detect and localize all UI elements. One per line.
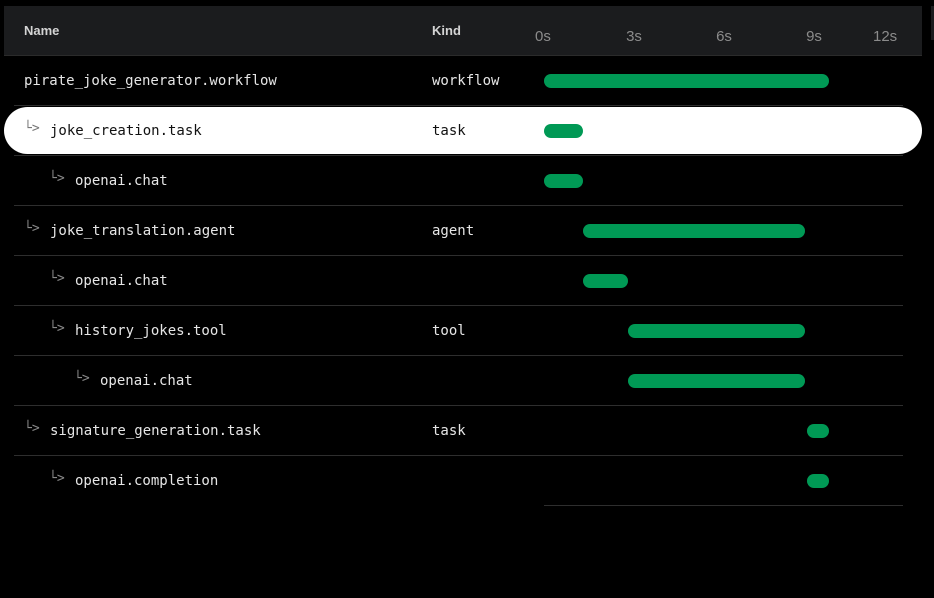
span-name: openai.chat	[75, 273, 168, 289]
span-kind: task	[432, 423, 466, 439]
span-name: pirate_joke_generator.workflow	[24, 73, 277, 89]
duration-bar[interactable]	[806, 424, 829, 438]
span-kind: workflow	[432, 73, 500, 89]
trace-row[interactable]: └> openai.chat	[0, 256, 934, 306]
span-kind: tool	[432, 323, 466, 339]
duration-bar[interactable]	[583, 224, 805, 238]
span-name: joke_creation.task	[50, 123, 202, 139]
span-name: openai.chat	[100, 373, 193, 389]
column-header-name[interactable]: Name	[24, 23, 59, 38]
trace-row[interactable]: └> openai.chat	[0, 356, 934, 406]
timeline-tick: 3s	[626, 28, 642, 45]
trace-row[interactable]: └> joke_translation.agent agent	[0, 206, 934, 256]
child-arrow-icon: └>	[49, 271, 65, 286]
child-arrow-icon: └>	[49, 471, 65, 486]
timeline-tick: 0s	[535, 28, 551, 45]
duration-bar[interactable]	[544, 124, 583, 138]
duration-bar[interactable]	[628, 324, 805, 338]
trace-row[interactable]: └> joke_creation.task task	[0, 106, 934, 156]
span-kind: task	[432, 123, 466, 139]
span-name: openai.completion	[75, 473, 219, 489]
trace-row[interactable]: └> openai.chat	[0, 156, 934, 206]
span-name: openai.chat	[75, 173, 168, 189]
child-arrow-icon: └>	[24, 121, 40, 136]
duration-bar[interactable]	[806, 474, 829, 488]
row-divider	[544, 505, 903, 506]
span-kind: agent	[432, 223, 475, 239]
trace-row[interactable]: └> history_jokes.tool tool	[0, 306, 934, 356]
child-arrow-icon: └>	[74, 371, 90, 386]
span-name: history_jokes.tool	[75, 323, 227, 339]
child-arrow-icon: └>	[49, 171, 65, 186]
child-arrow-icon: └>	[24, 221, 40, 236]
table-header: Name Kind	[4, 6, 922, 56]
duration-bar[interactable]	[628, 374, 805, 388]
duration-bar[interactable]	[544, 174, 583, 188]
timeline-tick: 6s	[716, 28, 732, 45]
span-name: joke_translation.agent	[50, 223, 236, 239]
timeline-tick: 9s	[806, 28, 822, 45]
column-header-kind[interactable]: Kind	[432, 23, 461, 38]
child-arrow-icon: └>	[49, 321, 65, 336]
timeline-tick: 12s	[873, 28, 898, 45]
duration-bar[interactable]	[544, 74, 829, 88]
trace-row[interactable]: └> openai.completion	[0, 456, 934, 506]
child-arrow-icon: └>	[24, 421, 40, 436]
duration-bar[interactable]	[583, 274, 628, 288]
span-name: signature_generation.task	[50, 423, 261, 439]
trace-row[interactable]: └> signature_generation.task task	[0, 406, 934, 456]
trace-row[interactable]: pirate_joke_generator.workflow workflow	[0, 56, 934, 106]
